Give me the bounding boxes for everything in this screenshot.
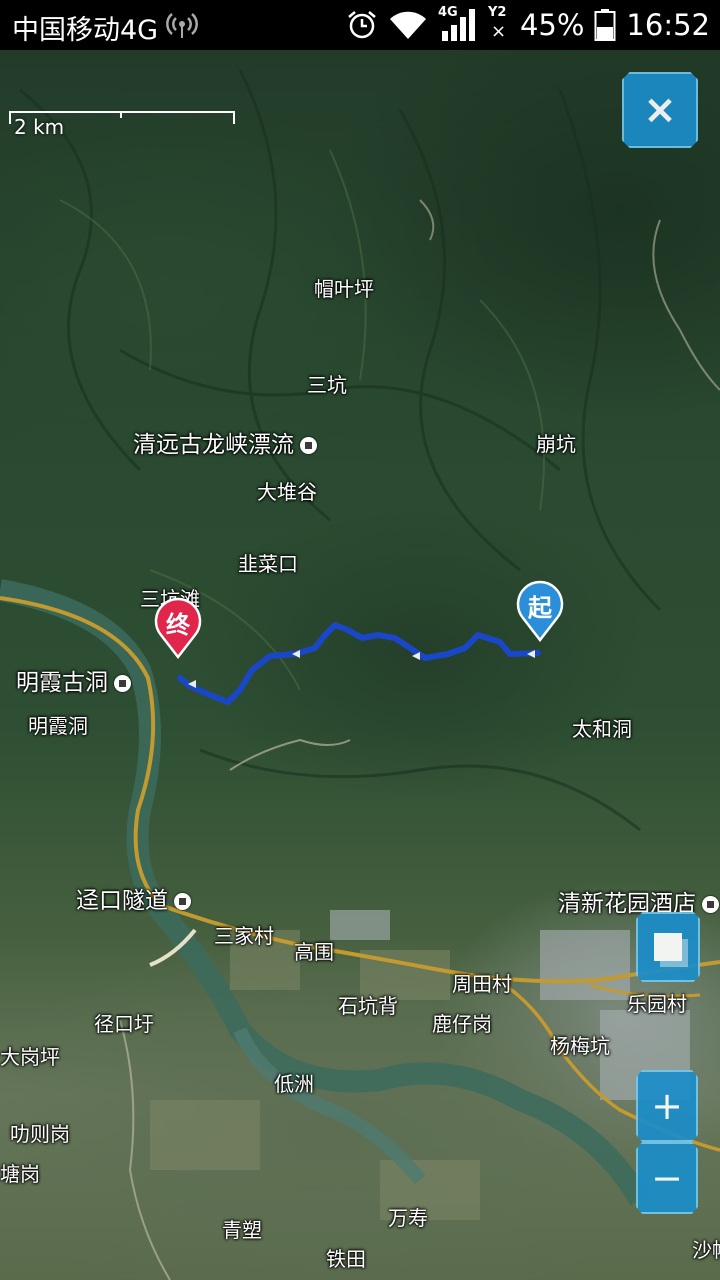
poi-icon: [174, 893, 191, 910]
wifi-icon: [389, 11, 426, 39]
place-label: 石坑背: [338, 994, 398, 1018]
place-label: 乐园村: [627, 992, 687, 1016]
place-label: 大岗坪: [0, 1045, 60, 1069]
place-label: 帽叶坪: [314, 277, 374, 301]
route-layer: [177, 622, 541, 705]
place-label: 崩坑: [536, 432, 576, 456]
poi-icon: [702, 896, 719, 913]
place-label: 杨梅坑: [550, 1034, 610, 1058]
clock: 16:52: [626, 8, 710, 42]
poi-label[interactable]: 清远古龙峡漂流: [133, 434, 317, 457]
place-label: 青塑: [222, 1218, 262, 1242]
place-label: 叻则岗: [10, 1122, 70, 1146]
place-label: 韭菜口: [238, 552, 298, 576]
place-label: 径口圩: [94, 1012, 154, 1036]
place-label: 沙帷: [692, 1238, 720, 1262]
place-label: 三坑: [307, 373, 347, 397]
route-path: [177, 622, 541, 705]
poi-icon: [114, 675, 131, 692]
map-layer-button[interactable]: [636, 912, 700, 982]
poi-label[interactable]: 清新花园酒店: [558, 893, 719, 916]
poi-name: 迳口隧道: [76, 888, 168, 914]
minus-icon: −: [651, 1156, 683, 1200]
place-label: 鹿仔岗: [432, 1012, 492, 1036]
hotspot-icon: [166, 13, 198, 38]
plus-icon: +: [651, 1084, 683, 1128]
route-start-marker[interactable]: 起: [515, 580, 565, 642]
satellite-map[interactable]: 2 km 帽叶坪 三坑 清远古龙峡漂流 崩坑 大堆谷 韭菜口 三坑滩 明霞古洞 …: [0, 50, 720, 1280]
sim-indicator: Y2: [487, 5, 507, 20]
place-label: 三家村: [214, 924, 274, 948]
start-marker-label: 起: [528, 593, 552, 622]
end-marker-label: 终: [166, 610, 190, 639]
place-label: 低洲: [274, 1072, 314, 1096]
place-label: 万寿: [388, 1206, 428, 1230]
place-label: 明霞洞: [28, 714, 88, 738]
alarm-icon: [348, 11, 376, 39]
zoom-out-button[interactable]: −: [636, 1142, 698, 1214]
route-end-marker[interactable]: 终: [153, 597, 203, 659]
status-icons: 4G Y2 × 45% 16:52: [346, 5, 710, 44]
battery-icon: [594, 9, 616, 41]
battery-percent: 45%: [519, 8, 585, 42]
place-label: 高围: [294, 940, 334, 964]
poi-icon: [300, 437, 317, 454]
close-button[interactable]: ×: [622, 72, 698, 148]
poi-label[interactable]: 迳口隧道: [76, 890, 191, 913]
signal-icon: 4G: [438, 5, 478, 43]
carrier-label: 中国移动4G: [12, 15, 159, 46]
place-label: 周田村: [452, 972, 512, 996]
place-label: 铁田: [326, 1247, 366, 1271]
status-bar: 中国移动4G 4G Y2 × 45% 16:52: [0, 0, 720, 50]
place-label: 太和洞: [572, 717, 632, 741]
zoom-in-button[interactable]: +: [636, 1070, 698, 1142]
sim-icon: Y2 ×: [487, 5, 507, 42]
close-icon: ×: [643, 87, 677, 133]
poi-name: 清远古龙峡漂流: [133, 432, 294, 458]
place-label: 大堆谷: [257, 480, 317, 504]
layers-square-icon: [654, 933, 682, 961]
place-label: 塘岗: [0, 1162, 40, 1186]
poi-name: 明霞古洞: [16, 670, 108, 696]
poi-label[interactable]: 明霞古洞: [16, 672, 131, 695]
